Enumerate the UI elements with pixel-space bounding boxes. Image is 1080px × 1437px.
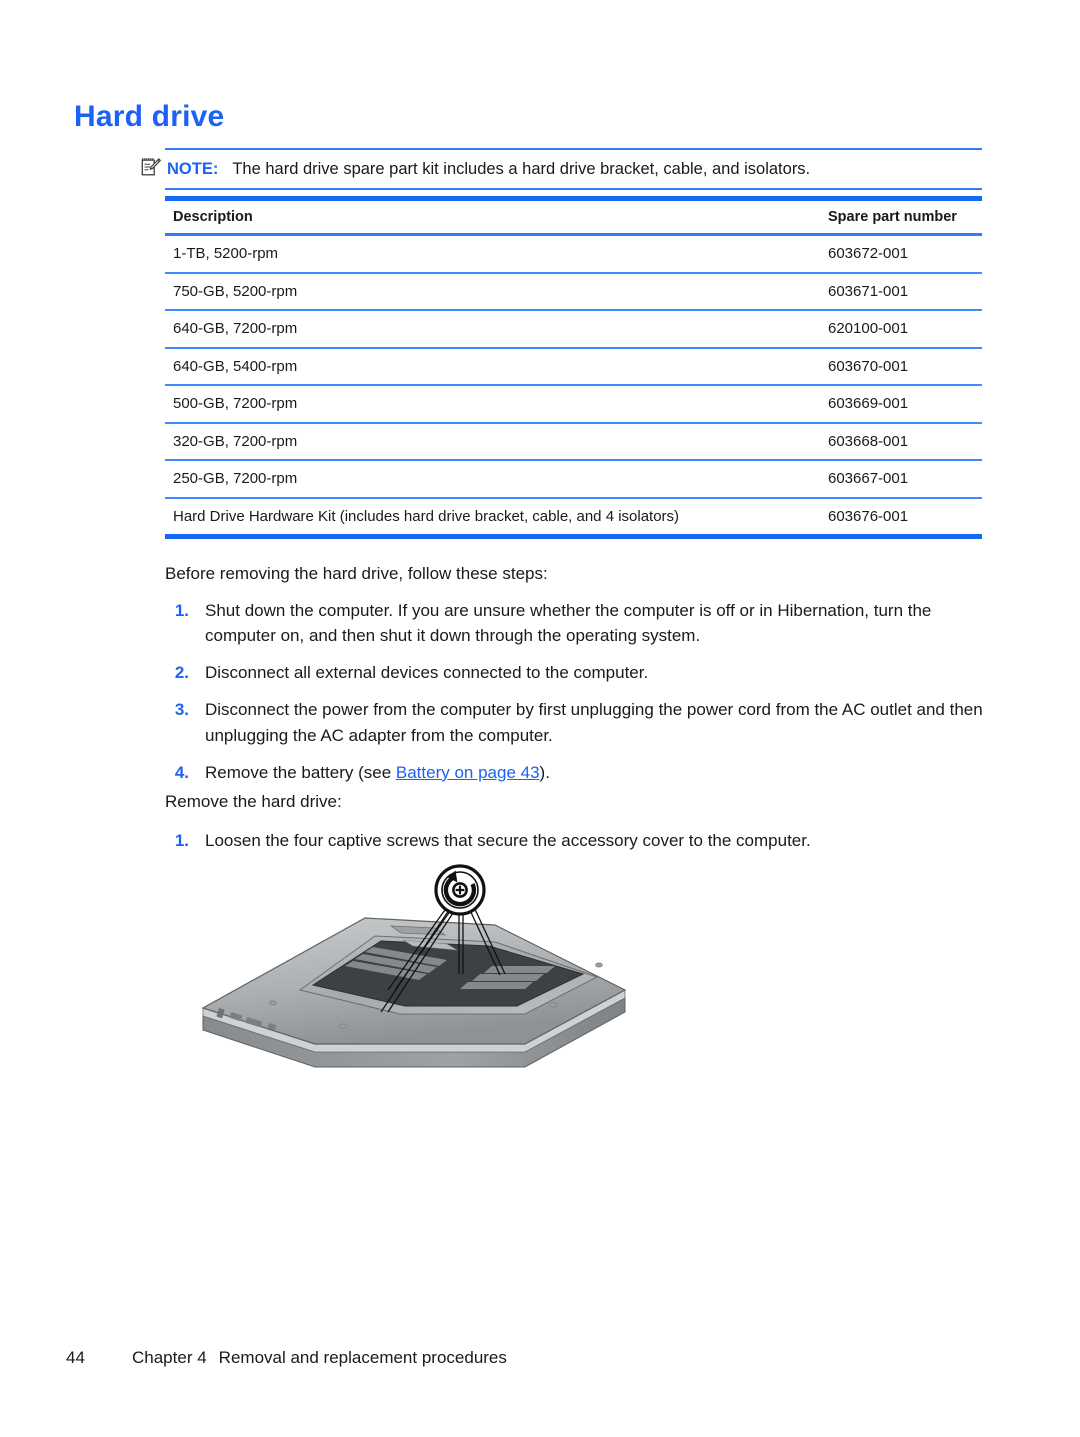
table-header-row: Description Spare part number — [165, 196, 982, 236]
cell-description: 1-TB, 5200-rpm — [165, 234, 820, 274]
cell-spare-part-number: 603670-001 — [820, 347, 982, 386]
step-text: Shut down the computer. If you are unsur… — [205, 601, 932, 646]
list-item: 4. Remove the battery (see Battery on pag… — [165, 760, 990, 785]
footer-chapter: Chapter 4 — [132, 1348, 207, 1367]
table-row: Hard Drive Hardware Kit (includes hard d… — [165, 497, 982, 539]
spare-parts-table: Description Spare part number 1-TB, 5200… — [165, 196, 982, 539]
document-page: Hard drive NOTE: The hard drive spare pa… — [0, 0, 1080, 1437]
cell-spare-part-number: 603671-001 — [820, 272, 982, 311]
cell-description: 320-GB, 7200-rpm — [165, 422, 820, 461]
table-row: 1-TB, 5200-rpm 603672-001 — [165, 234, 982, 274]
step-text-prefix: Remove the battery (see — [205, 762, 396, 782]
cell-description: 640-GB, 5400-rpm — [165, 347, 820, 386]
cell-description: 640-GB, 7200-rpm — [165, 310, 820, 349]
note-body: NOTE: The hard drive spare part kit incl… — [165, 148, 982, 190]
steps-before-removing: 1. Shut down the computer. If you are uns… — [165, 598, 990, 797]
steps-remove-hard-drive: 1. Loosen the four captive screws that se… — [165, 828, 990, 865]
column-header-description: Description — [165, 196, 820, 236]
cell-spare-part-number: 603672-001 — [820, 234, 982, 274]
step-text: Loosen the four captive screws that secu… — [205, 831, 811, 850]
table-row: 250-GB, 7200-rpm 603667-001 — [165, 460, 982, 499]
note-text: The hard drive spare part kit includes a… — [232, 159, 811, 178]
list-item: 3. Disconnect the power from the computer… — [165, 697, 990, 747]
step-number: 1. — [174, 601, 189, 620]
list-item: 1. Shut down the computer. If you are uns… — [165, 598, 990, 648]
cell-spare-part-number: 603667-001 — [820, 460, 982, 499]
step-text: Disconnect all external devices connecte… — [205, 663, 649, 683]
column-header-spare-part-number: Spare part number — [820, 196, 982, 236]
note-pencil-icon — [141, 158, 161, 176]
laptop-bottom-illustration — [201, 864, 627, 1068]
note-block: NOTE: The hard drive spare part kit incl… — [140, 148, 982, 190]
battery-cross-reference-link[interactable]: Battery on page 43 — [396, 763, 540, 782]
step-number: 4. — [174, 762, 189, 782]
list-item: 1. Loosen the four captive screws that se… — [165, 828, 990, 853]
page-title: Hard drive — [74, 100, 225, 133]
intro-before-removing: Before removing the hard drive, follow t… — [165, 564, 548, 583]
cell-spare-part-number: 603669-001 — [820, 385, 982, 424]
table-row: 500-GB, 7200-rpm 603669-001 — [165, 385, 982, 424]
step-text: Disconnect the power from the computer b… — [205, 700, 983, 745]
counterclockwise-screw-icon — [434, 864, 486, 916]
footer-title: Removal and replacement procedures — [218, 1348, 507, 1367]
page-footer: 44 Chapter 4 Removal and replacement proce… — [66, 1348, 507, 1368]
cell-spare-part-number: 620100-001 — [820, 310, 982, 349]
step-number: 3. — [174, 700, 189, 720]
step-text: Remove the battery (see Battery on page … — [205, 763, 550, 782]
cell-description: 750-GB, 5200-rpm — [165, 272, 820, 311]
step-number: 2. — [174, 663, 189, 683]
note-label: NOTE: — [167, 159, 219, 178]
list-item: 2. Disconnect all external devices connec… — [165, 660, 990, 685]
step-number: 1. — [174, 831, 189, 850]
table-row: 750-GB, 5200-rpm 603671-001 — [165, 272, 982, 311]
intro-remove-hard-drive: Remove the hard drive: — [165, 792, 342, 811]
cell-description: 250-GB, 7200-rpm — [165, 460, 820, 499]
table-row: 640-GB, 5400-rpm 603670-001 — [165, 347, 982, 386]
table-row: 320-GB, 7200-rpm 603668-001 — [165, 422, 982, 461]
cell-description: Hard Drive Hardware Kit (includes hard d… — [165, 497, 820, 539]
cell-spare-part-number: 603676-001 — [820, 497, 982, 539]
cell-spare-part-number: 603668-001 — [820, 422, 982, 461]
table-row: 640-GB, 7200-rpm 620100-001 — [165, 310, 982, 349]
footer-page-number: 44 — [66, 1348, 85, 1367]
step-text-suffix: ). — [539, 762, 550, 782]
cell-description: 500-GB, 7200-rpm — [165, 385, 820, 424]
